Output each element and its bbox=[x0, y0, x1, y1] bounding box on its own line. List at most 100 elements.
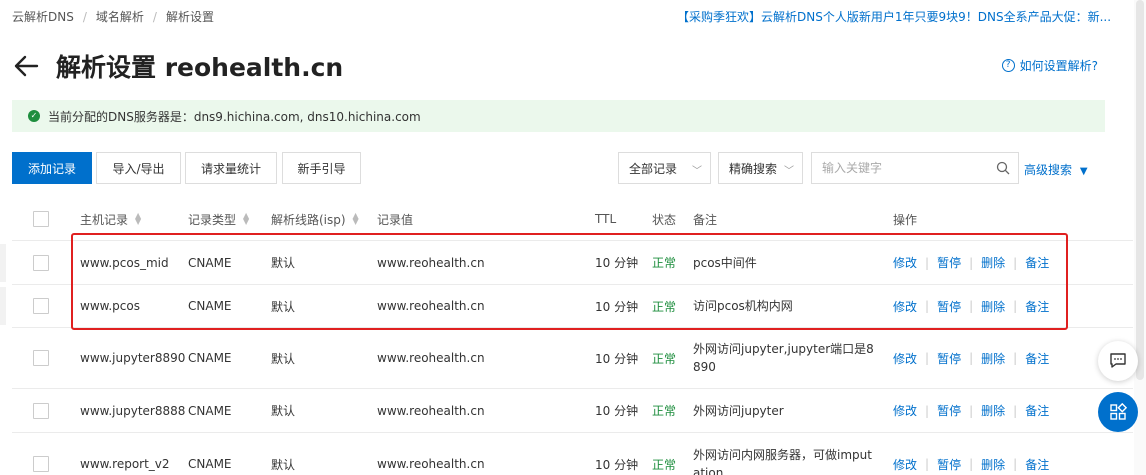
import-export-button[interactable]: 导入/导出 bbox=[96, 152, 181, 184]
col-line[interactable]: 解析线路(isp) ▲ ▼ bbox=[271, 198, 360, 240]
breadcrumb: 云解析DNS / 域名解析 / 解析设置 bbox=[12, 8, 214, 25]
sort-icon: ▲ ▼ bbox=[352, 211, 359, 226]
back-arrow-icon[interactable] bbox=[12, 52, 40, 80]
cell-type: CNAME bbox=[188, 403, 232, 418]
delete-link[interactable]: 删除 bbox=[981, 298, 1005, 315]
cell-type: CNAME bbox=[188, 457, 232, 471]
col-value: 记录值 bbox=[377, 212, 414, 227]
help-link-label: 如何设置解析? bbox=[1019, 59, 1098, 73]
pause-link[interactable]: 暂停 bbox=[937, 402, 961, 419]
add-record-button[interactable]: 添加记录 bbox=[12, 152, 92, 184]
advanced-search-link[interactable]: 高级搜索 ▼ bbox=[1024, 161, 1088, 178]
page-title: 解析设置 reohealth.cn bbox=[56, 53, 344, 82]
cell-status: 正常 bbox=[652, 404, 677, 418]
row-checkbox[interactable] bbox=[33, 402, 49, 419]
row-actions: 修改 | 暂停 | 删除 | 备注 bbox=[893, 298, 1050, 315]
pause-link[interactable]: 暂停 bbox=[937, 298, 961, 315]
cell-type: CNAME bbox=[188, 299, 232, 313]
cell-note: 外网访问内网服务器，可做imputation bbox=[693, 448, 872, 475]
edit-link[interactable]: 修改 bbox=[893, 456, 917, 473]
remark-link[interactable]: 备注 bbox=[1025, 456, 1049, 473]
select-all-cell bbox=[33, 198, 49, 240]
cell-value: www.reohealth.cn bbox=[377, 255, 485, 270]
col-host-label: 主机记录 bbox=[80, 212, 129, 227]
sort-icon: ▲ ▼ bbox=[134, 211, 142, 226]
chevron-down-icon: ﹀ bbox=[784, 166, 794, 177]
record-filter-select[interactable]: 全部记录 ﹀ bbox=[618, 152, 711, 184]
cell-status: 正常 bbox=[652, 457, 677, 472]
delete-link[interactable]: 删除 bbox=[981, 456, 1005, 473]
col-type-label: 记录类型 bbox=[188, 212, 237, 227]
remark-link[interactable]: 备注 bbox=[1025, 350, 1049, 367]
search-box bbox=[811, 152, 1019, 184]
breadcrumb-separator: / bbox=[82, 10, 87, 24]
select-all-checkbox[interactable] bbox=[33, 211, 49, 227]
delete-link[interactable]: 删除 bbox=[981, 350, 1005, 367]
cell-status: 正常 bbox=[652, 351, 677, 366]
notice-text: 当前分配的DNS服务器是：dns9.hichina.com, dns10.hic… bbox=[48, 109, 421, 124]
col-host[interactable]: 主机记录 ▲ ▼ bbox=[80, 198, 142, 240]
pause-link[interactable]: 暂停 bbox=[937, 350, 961, 367]
row-checkbox[interactable] bbox=[33, 298, 49, 314]
search-input[interactable] bbox=[812, 154, 988, 182]
delete-link[interactable]: 删除 bbox=[981, 254, 1005, 271]
col-ttl: TTL bbox=[595, 212, 617, 226]
breadcrumb-item-domain[interactable]: 域名解析 bbox=[96, 10, 144, 24]
chat-icon bbox=[1110, 353, 1126, 368]
cell-line: 默认 bbox=[271, 256, 296, 270]
toolbar: 添加记录 导入/导出 请求量统计 新手引导 全部记录 ﹀ 精确搜索 ﹀ 高级搜索… bbox=[12, 152, 1105, 184]
cell-ttl: 10 分钟 bbox=[595, 299, 639, 314]
beginner-guide-button[interactable]: 新手引导 bbox=[282, 152, 361, 184]
col-type[interactable]: 记录类型 ▲ ▼ bbox=[188, 198, 250, 240]
row-checkbox[interactable] bbox=[33, 456, 49, 472]
cell-value: www.reohealth.cn bbox=[377, 299, 485, 313]
precise-search-select[interactable]: 精确搜索 ﹀ bbox=[718, 152, 803, 184]
record-filter-value: 全部记录 bbox=[629, 161, 678, 176]
edit-link[interactable]: 修改 bbox=[893, 254, 917, 271]
table-row: www.jupyter8888 CNAME 默认 www.reohealth.c… bbox=[12, 389, 1133, 433]
cell-ttl: 10 分钟 bbox=[595, 256, 639, 270]
scroll-thumb[interactable] bbox=[1136, 0, 1144, 380]
breadcrumb-item-settings: 解析设置 bbox=[165, 10, 214, 24]
pause-link[interactable]: 暂停 bbox=[937, 456, 961, 473]
breadcrumb-item-dns[interactable]: 云解析DNS bbox=[12, 10, 74, 24]
feedback-chat-button[interactable] bbox=[1098, 341, 1138, 381]
row-actions: 修改 | 暂停 | 删除 | 备注 bbox=[893, 456, 1050, 473]
edit-link[interactable]: 修改 bbox=[893, 298, 917, 315]
cell-value: www.reohealth.cn bbox=[377, 403, 485, 418]
table-row: www.pcos_mid CNAME 默认 www.reohealth.cn 1… bbox=[12, 241, 1133, 285]
cell-type: CNAME bbox=[188, 255, 232, 270]
caret-down-icon: ▼ bbox=[1079, 166, 1088, 177]
breadcrumb-separator: / bbox=[152, 10, 157, 24]
col-line-label: 解析线路(isp) bbox=[271, 212, 346, 227]
app-grid-button[interactable] bbox=[1098, 392, 1138, 432]
cell-note: 外网访问jupyter bbox=[693, 403, 784, 418]
cell-status: 正常 bbox=[652, 299, 677, 314]
cell-value: www.reohealth.cn bbox=[377, 457, 485, 471]
cell-host: www.jupyter8888 bbox=[80, 403, 186, 418]
remark-link[interactable]: 备注 bbox=[1025, 254, 1049, 271]
cell-line: 默认 bbox=[271, 351, 296, 366]
delete-link[interactable]: 删除 bbox=[981, 402, 1005, 419]
grid-icon bbox=[1110, 403, 1127, 420]
cell-host: www.pcos_mid bbox=[80, 255, 169, 270]
help-link[interactable]: ? 如何设置解析? bbox=[1001, 57, 1098, 74]
cell-note: pcos中间件 bbox=[693, 255, 757, 270]
row-checkbox[interactable] bbox=[33, 350, 49, 366]
remark-link[interactable]: 备注 bbox=[1025, 298, 1049, 315]
question-icon: ? bbox=[1001, 59, 1015, 72]
promo-link[interactable]: 【采购季狂欢】云解析DNS个人版新用户1年只要9块9！DNS全系产品大促：新..… bbox=[677, 8, 1111, 25]
search-icon[interactable] bbox=[988, 153, 1018, 183]
pause-link[interactable]: 暂停 bbox=[937, 254, 961, 271]
request-stats-button[interactable]: 请求量统计 bbox=[185, 152, 277, 184]
side-marker bbox=[0, 244, 6, 282]
cell-status: 正常 bbox=[652, 256, 677, 270]
remark-link[interactable]: 备注 bbox=[1025, 402, 1049, 419]
cell-ttl: 10 分钟 bbox=[595, 457, 639, 472]
table-header: 主机记录 ▲ ▼ 记录类型 ▲ ▼ 解析线路(isp) ▲ ▼ 记录值 TTL 状态 备注 … bbox=[12, 198, 1133, 241]
title-row: 解析设置 reohealth.cn ? 如何设置解析? bbox=[12, 46, 1132, 86]
row-checkbox[interactable] bbox=[33, 254, 49, 271]
edit-link[interactable]: 修改 bbox=[893, 350, 917, 367]
sort-icon: ▲ ▼ bbox=[242, 211, 250, 226]
edit-link[interactable]: 修改 bbox=[893, 402, 917, 419]
